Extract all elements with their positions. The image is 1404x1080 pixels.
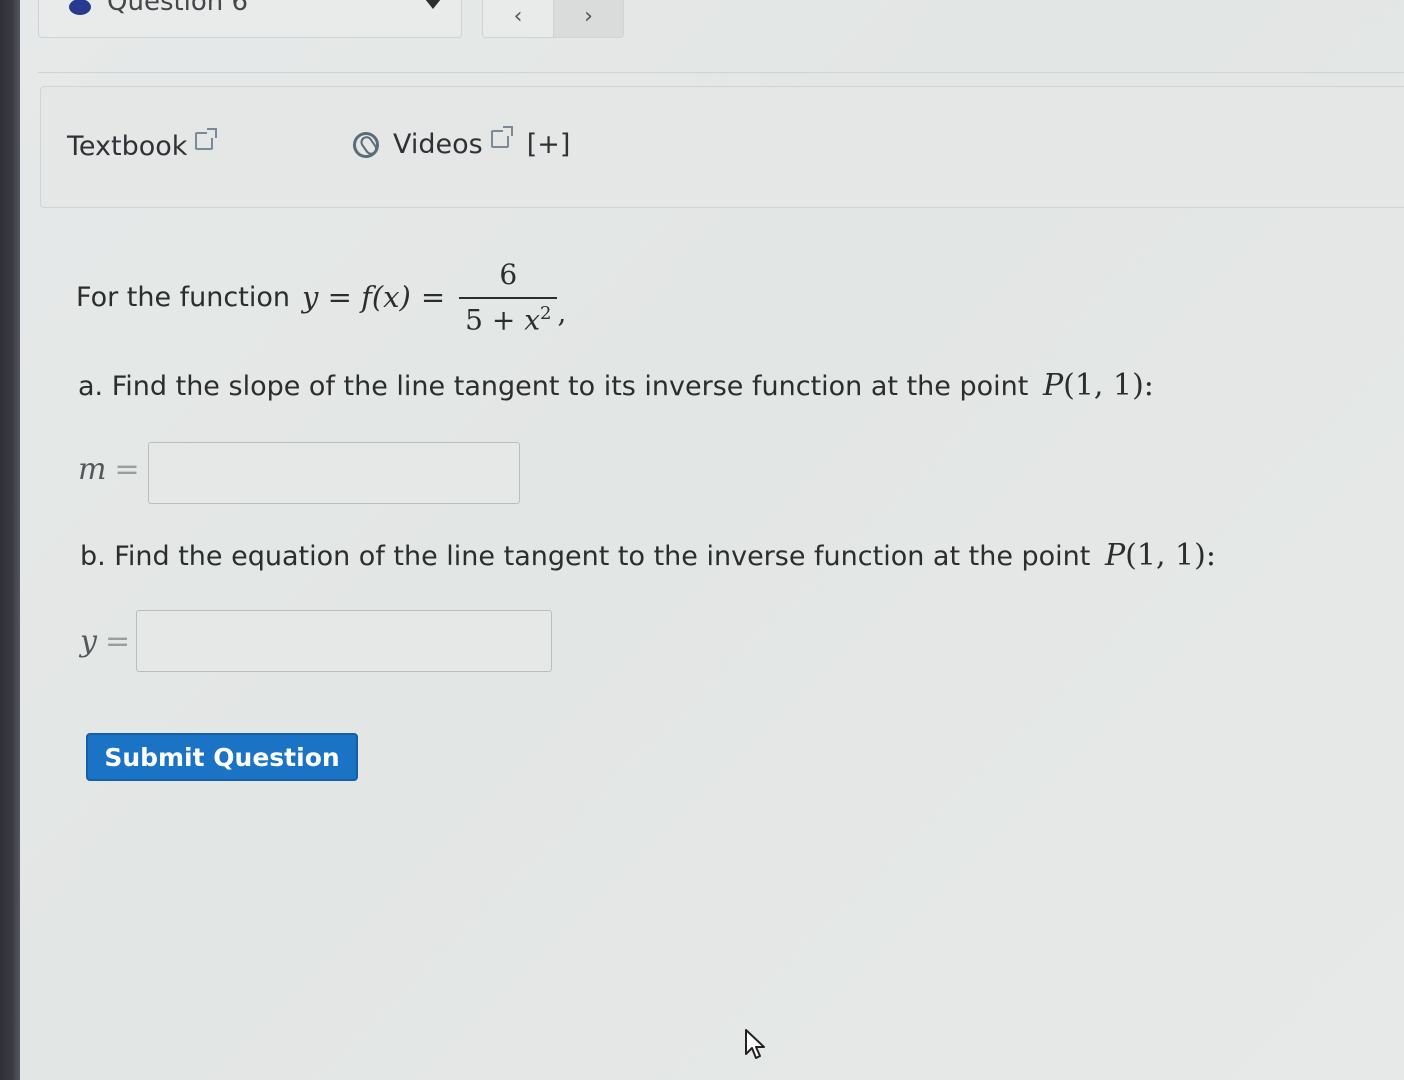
part-a-text: a. Find the slope of the line tangent to… [78,371,1029,402]
divider [38,72,1404,73]
external-link-icon [195,127,218,150]
question-selector[interactable]: Question 6 [38,0,462,38]
point-name: P [1042,368,1064,403]
help-panel: Textbook Videos [+] [40,86,1404,208]
next-question-button[interactable]: › [553,0,623,37]
paperclip-icon [347,126,385,163]
equals-sign: = [420,280,446,314]
chevron-down-icon[interactable] [425,0,441,9]
answer-b-equals: = [104,624,131,659]
denominator-variable: x [524,303,540,337]
answer-b-variable: y [80,624,97,659]
point-coords: (1, 1): [1125,538,1216,573]
textbook-link[interactable]: Textbook [67,127,218,162]
function-lhs: y = f(x) [301,280,411,314]
videos-link[interactable]: Videos [+] [347,125,571,163]
function-fraction: 6 5 + x2 [459,257,558,337]
expand-videos-button[interactable]: [+] [527,129,571,160]
videos-label: Videos [393,129,483,160]
trailing-comma: , [557,296,567,329]
question-intro: For the function y = f(x) = 6 5 + x2 , [76,252,566,342]
submit-question-button[interactable]: Submit Question [86,733,358,781]
part-b-point: P(1, 1): [1105,538,1216,573]
point-name: P [1104,538,1126,573]
chevron-left-icon: ‹ [513,3,523,29]
fraction-denominator: 5 + x2 [459,296,558,337]
point-coords: (1, 1): [1063,368,1154,403]
screen-bezel [0,0,20,1080]
question-nav: ‹ › [482,0,624,38]
slope-answer-input[interactable] [148,442,520,504]
answer-b-label: y = [80,624,130,659]
external-link-icon [490,125,513,148]
intro-text: For the function [76,281,290,313]
part-b-prompt: b. Find the equation of the line tangent… [80,538,1216,573]
answer-a-label: m = [78,452,140,487]
question-label: Question 6 [107,0,249,17]
question-status-dot [69,0,91,15]
mouse-cursor-icon [745,1029,765,1059]
denominator-base: 5 + [465,303,525,337]
tangent-line-answer-input[interactable] [136,610,552,672]
part-a-prompt: a. Find the slope of the line tangent to… [78,368,1154,403]
previous-question-button[interactable]: ‹ [483,0,553,37]
part-b-text: b. Find the equation of the line tangent… [80,541,1091,572]
chevron-right-icon: › [584,3,593,29]
fraction-numerator: 6 [499,257,518,291]
denominator-exponent: 2 [540,302,552,324]
answer-a-variable: m [78,452,107,487]
textbook-label: Textbook [67,131,188,162]
part-a-point: P(1, 1): [1043,368,1154,403]
answer-a-equals: = [114,452,140,487]
